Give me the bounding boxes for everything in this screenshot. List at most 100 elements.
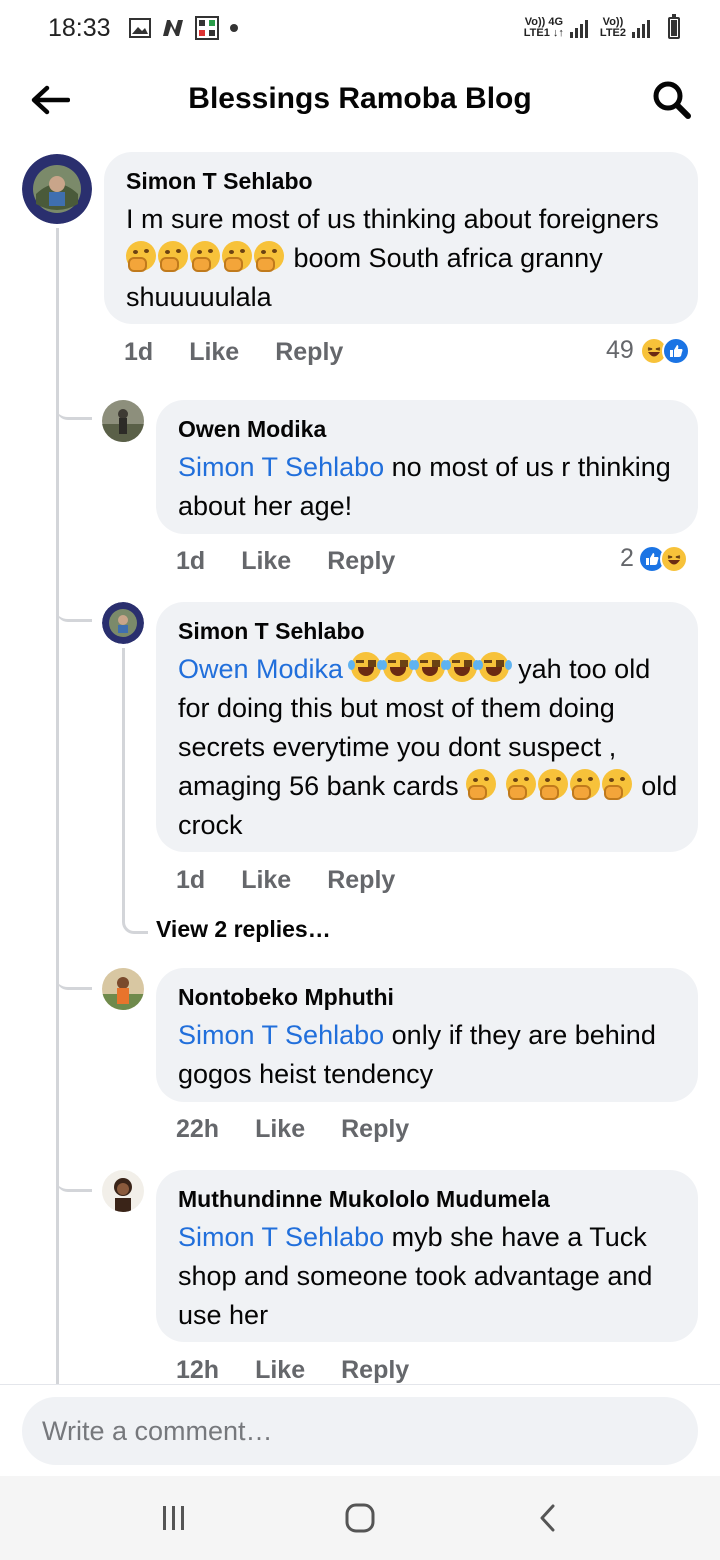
comment-time: 1d — [176, 547, 206, 575]
search-button[interactable] — [650, 78, 694, 122]
grid-app-icon — [194, 16, 219, 40]
sim2-indicator: Vo)) LTE2 — [600, 17, 626, 39]
like-button[interactable]: Like — [189, 338, 239, 367]
comment-time: 1d — [124, 338, 154, 366]
nav-back-icon — [540, 1504, 555, 1532]
page-title: Blessings Ramoba Blog — [188, 82, 532, 115]
laughing-emoji-icon — [411, 652, 448, 682]
thread-connector — [122, 912, 148, 934]
system-nav-bar — [0, 1476, 720, 1560]
reaction-count: 49 — [606, 336, 634, 364]
thinking-emoji-icon — [222, 241, 252, 272]
signal-icon — [569, 18, 588, 38]
network-status: Vo)) 4G LTE1 ↓↑ Vo)) LTE2 — [523, 14, 680, 39]
comment-input[interactable] — [22, 1397, 698, 1465]
reaction-count: 2 — [620, 544, 634, 572]
haha-reaction-icon — [659, 544, 688, 573]
comment-bubble[interactable]: Owen Modika Simon T Sehlabo no most of u… — [156, 400, 698, 534]
comment-text: Simon T Sehlabo only if they are behind … — [178, 1016, 678, 1094]
comment-time: 12h — [176, 1356, 220, 1384]
reply-button[interactable]: Reply — [327, 547, 395, 576]
laughing-emoji-icon — [475, 652, 512, 682]
avatar[interactable] — [102, 1170, 144, 1212]
status-bar: 18:33 Vo)) 4G LTE1 ↓↑ Vo)) LTE2 — [0, 0, 720, 56]
comment-composer — [0, 1384, 720, 1476]
dot-icon — [229, 23, 239, 33]
comment-actions: 12h Like Reply — [176, 1356, 445, 1384]
reply-button[interactable]: Reply — [341, 1356, 409, 1384]
reaction-summary[interactable]: 49 — [606, 336, 690, 365]
thinking-emoji-icon — [601, 769, 632, 800]
thread-connector — [56, 1166, 92, 1192]
mention-link[interactable]: Simon T Sehlabo — [178, 1020, 384, 1050]
mention-link[interactable]: Owen Modika — [178, 654, 343, 684]
comment-actions: 22h Like Reply — [176, 1115, 445, 1144]
status-time: 18:33 — [48, 13, 111, 42]
avatar[interactable] — [22, 154, 92, 224]
laughing-emoji-icon — [443, 652, 480, 682]
thinking-emoji-icon — [505, 769, 536, 800]
signal-icon — [632, 18, 650, 38]
recents-button[interactable] — [150, 1498, 198, 1538]
like-button[interactable]: Like — [241, 866, 291, 895]
home-icon — [345, 1503, 375, 1533]
comment-bubble[interactable]: Nontobeko Mphuthi Simon T Sehlabo only i… — [156, 968, 698, 1102]
comment-text-part: I m sure most of us thinking about forei… — [126, 204, 659, 234]
comment-author[interactable]: Simon T Sehlabo — [126, 166, 678, 196]
sub-thread-line — [122, 648, 125, 918]
thinking-emoji-icon — [126, 241, 156, 272]
like-button[interactable]: Like — [255, 1356, 305, 1384]
like-button[interactable]: Like — [241, 547, 291, 576]
reaction-summary[interactable]: 2 — [620, 544, 688, 573]
thinking-emoji-icon — [254, 241, 284, 272]
avatar[interactable] — [102, 602, 144, 644]
comment-text: Simon T Sehlabo myb she have a Tuck shop… — [178, 1218, 678, 1335]
app-header: Blessings Ramoba Blog — [0, 56, 720, 144]
reply-button[interactable]: Reply — [275, 338, 343, 367]
gallery-icon — [128, 18, 151, 38]
home-button[interactable] — [336, 1498, 384, 1538]
comment-text: Owen Modika yah too old for doing this b… — [178, 650, 678, 845]
view-replies-link[interactable]: View 2 replies… — [156, 916, 331, 943]
thinking-emoji-icon — [537, 769, 568, 800]
sim1-label-bottom: LTE1 ↓↑ — [523, 27, 564, 39]
laughing-emoji-icon — [347, 652, 384, 682]
n-app-icon — [161, 18, 185, 38]
thread-connector — [56, 394, 92, 420]
comment-author[interactable]: Simon T Sehlabo — [178, 616, 678, 646]
thread-connector — [56, 596, 92, 622]
comment-time: 1d — [176, 866, 206, 894]
avatar[interactable] — [102, 400, 144, 442]
reply-button[interactable]: Reply — [327, 866, 395, 895]
comment-text: I m sure most of us thinking about forei… — [126, 200, 678, 317]
like-button[interactable]: Like — [255, 1115, 305, 1144]
comment-time: 22h — [176, 1115, 220, 1143]
reply-button[interactable]: Reply — [341, 1115, 409, 1144]
comments-list[interactable]: Simon T Sehlabo I m sure most of us thin… — [0, 144, 720, 1384]
mention-link[interactable]: Simon T Sehlabo — [178, 1222, 384, 1252]
sim2-label-bottom: LTE2 — [599, 27, 626, 39]
thread-connector — [56, 964, 92, 990]
mention-link[interactable]: Simon T Sehlabo — [178, 452, 384, 482]
thinking-emoji-icon — [190, 241, 220, 272]
comment-actions: 1d Like Reply — [124, 338, 379, 367]
comment-text: Simon T Sehlabo no most of us r thinking… — [178, 448, 678, 526]
comment-bubble[interactable]: Simon T Sehlabo I m sure most of us thin… — [104, 152, 698, 324]
comment-actions: 1d Like Reply — [176, 866, 431, 895]
recents-icon — [163, 1506, 184, 1530]
battery-icon — [668, 14, 680, 39]
laughing-emoji-icon — [379, 652, 416, 682]
comment-author[interactable]: Muthundinne Mukololo Mudumela — [178, 1184, 678, 1214]
nav-back-button[interactable] — [524, 1498, 572, 1538]
comment-actions: 1d Like Reply — [176, 547, 431, 576]
thinking-emoji-icon — [569, 769, 600, 800]
like-reaction-icon — [661, 336, 690, 365]
comment-author[interactable]: Nontobeko Mphuthi — [178, 982, 678, 1012]
comment-bubble[interactable]: Simon T Sehlabo Owen Modika yah too old … — [156, 602, 698, 852]
avatar[interactable] — [102, 968, 144, 1010]
thinking-emoji-icon — [158, 241, 188, 272]
comment-bubble[interactable]: Muthundinne Mukololo Mudumela Simon T Se… — [156, 1170, 698, 1342]
search-icon — [653, 81, 691, 119]
thinking-emoji-icon — [466, 769, 497, 800]
comment-author[interactable]: Owen Modika — [178, 414, 678, 444]
